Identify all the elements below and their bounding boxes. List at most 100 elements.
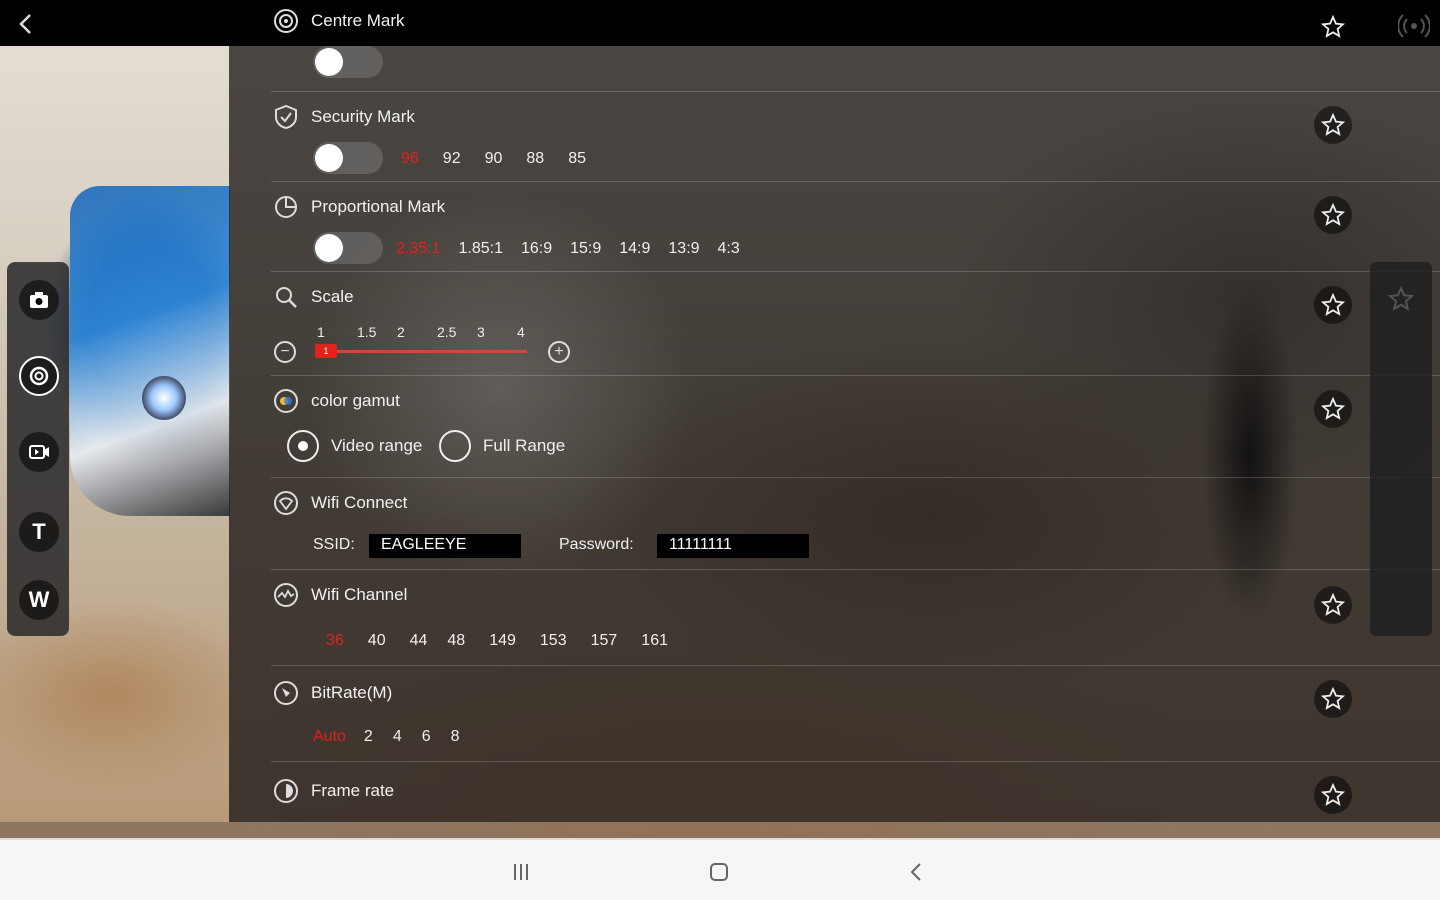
security-option-92[interactable]: 92 bbox=[443, 150, 461, 168]
color-gamut-favorite-button[interactable] bbox=[1314, 390, 1352, 428]
channel-option-40[interactable]: 40 bbox=[368, 632, 386, 650]
scale-tick-1-5: 1.5 bbox=[357, 324, 377, 340]
target-icon bbox=[271, 6, 301, 36]
star-icon bbox=[1321, 203, 1345, 226]
scale-tick-2-5: 2.5 bbox=[437, 324, 457, 340]
channel-option-149[interactable]: 149 bbox=[489, 632, 516, 650]
scale-slider-thumb[interactable]: 1 bbox=[315, 344, 337, 358]
wifi-channel-title: Wifi Channel bbox=[271, 580, 407, 610]
home-button[interactable] bbox=[705, 858, 733, 886]
row-centre-mark: Centre Mark bbox=[271, 0, 1440, 92]
system-back-button[interactable] bbox=[903, 858, 931, 886]
row-color-gamut: color gamut Video range Full Range bbox=[271, 376, 1440, 478]
scale-favorite-button[interactable] bbox=[1314, 286, 1352, 324]
scale-label: Scale bbox=[311, 287, 354, 306]
camera-button[interactable] bbox=[19, 280, 59, 320]
scale-tick-1: 1 bbox=[317, 324, 325, 340]
password-label: Password: bbox=[559, 536, 634, 553]
preview-headlight bbox=[142, 376, 186, 420]
channel-option-44[interactable]: 44 bbox=[410, 632, 428, 650]
centre-mark-toggle[interactable] bbox=[313, 46, 383, 78]
bitrate-option-auto[interactable]: Auto bbox=[313, 728, 346, 746]
wifi-channel-options: 36 40 44 48 149 153 157 161 bbox=[326, 632, 692, 650]
scale-slider-track[interactable] bbox=[317, 350, 527, 353]
scale-increase-button[interactable]: + bbox=[548, 341, 570, 363]
home-icon bbox=[710, 863, 728, 881]
channel-option-36[interactable]: 36 bbox=[326, 632, 344, 650]
wifi-connect-title: Wifi Connect bbox=[271, 488, 407, 518]
ratio-option-4-3[interactable]: 4:3 bbox=[718, 240, 740, 258]
channel-option-157[interactable]: 157 bbox=[591, 632, 618, 650]
security-mark-toggle[interactable] bbox=[313, 142, 383, 174]
recent-apps-button[interactable] bbox=[507, 858, 535, 886]
security-mark-favorite-button[interactable] bbox=[1314, 106, 1352, 144]
scale-tick-3: 3 bbox=[477, 324, 485, 340]
star-icon[interactable] bbox=[1387, 285, 1415, 312]
scale-tick-2: 2 bbox=[397, 324, 405, 340]
channel-option-153[interactable]: 153 bbox=[540, 632, 567, 650]
color-gamut-video-range[interactable]: Video range bbox=[287, 430, 422, 462]
security-option-88[interactable]: 88 bbox=[526, 150, 544, 168]
zoom-wide-button[interactable]: W bbox=[19, 580, 59, 620]
proportional-mark-favorite-button[interactable] bbox=[1314, 196, 1352, 234]
proportional-mark-options: 2.35:1 1.85:1 16:9 15:9 14:9 13:9 4:3 bbox=[396, 240, 740, 258]
star-icon bbox=[1321, 397, 1345, 420]
frame-rate-favorite-button[interactable] bbox=[1314, 776, 1352, 814]
ratio-option-2-35[interactable]: 2.35:1 bbox=[396, 240, 440, 258]
right-rail bbox=[1370, 262, 1432, 636]
color-gamut-full-range[interactable]: Full Range bbox=[439, 430, 565, 462]
security-mark-label: Security Mark bbox=[311, 107, 415, 126]
security-option-90[interactable]: 90 bbox=[485, 150, 503, 168]
system-nav-bar bbox=[0, 838, 1440, 900]
wifi-channel-favorite-button[interactable] bbox=[1314, 586, 1352, 624]
ratio-option-16-9[interactable]: 16:9 bbox=[521, 240, 552, 258]
row-scale: Scale 1 1.5 2 2.5 3 4 − 1 + bbox=[271, 272, 1440, 376]
ratio-option-15-9[interactable]: 15:9 bbox=[570, 240, 601, 258]
chevron-left-icon bbox=[910, 863, 921, 881]
star-icon bbox=[1321, 293, 1345, 316]
security-mark-title: Security Mark bbox=[271, 102, 415, 132]
scale-decrease-button[interactable]: − bbox=[274, 341, 296, 363]
password-input[interactable]: 11111111 bbox=[657, 534, 809, 558]
security-option-85[interactable]: 85 bbox=[568, 150, 586, 168]
bitrate-favorite-button[interactable] bbox=[1314, 680, 1352, 718]
security-option-96[interactable]: 96 bbox=[401, 150, 419, 168]
ratio-option-13-9[interactable]: 13:9 bbox=[668, 240, 699, 258]
star-icon bbox=[1321, 15, 1345, 38]
row-wifi-connect: Wifi Connect SSID: EAGLEEYE Password: 11… bbox=[271, 478, 1440, 570]
centre-mark-label: Centre Mark bbox=[311, 11, 405, 30]
shield-icon bbox=[271, 102, 301, 132]
toggle-knob bbox=[315, 48, 343, 76]
bitrate-option-4[interactable]: 4 bbox=[393, 728, 402, 746]
frame-rate-title: Frame rate bbox=[271, 776, 394, 806]
color-gamut-icon bbox=[271, 386, 301, 416]
bitrate-label: BitRate(M) bbox=[311, 683, 393, 702]
zoom-tele-button[interactable]: T bbox=[19, 512, 59, 552]
ratio-option-1-85[interactable]: 1.85:1 bbox=[458, 240, 502, 258]
scale-tick-4: 4 bbox=[517, 324, 525, 340]
bitrate-option-2[interactable]: 2 bbox=[364, 728, 373, 746]
security-mark-options: 96 92 90 88 85 bbox=[401, 150, 610, 168]
preview-vehicle bbox=[70, 186, 230, 516]
recent-apps-icon bbox=[514, 864, 528, 880]
star-icon bbox=[1321, 687, 1345, 710]
radio-unselected-icon bbox=[439, 430, 471, 462]
bitrate-option-6[interactable]: 6 bbox=[422, 728, 431, 746]
settings-button[interactable] bbox=[19, 356, 59, 396]
wifi-icon bbox=[271, 488, 301, 518]
ratio-option-14-9[interactable]: 14:9 bbox=[619, 240, 650, 258]
proportional-mark-toggle[interactable] bbox=[313, 232, 383, 264]
row-security-mark: Security Mark 96 92 90 88 85 bbox=[271, 92, 1440, 182]
channel-option-161[interactable]: 161 bbox=[641, 632, 668, 650]
star-icon bbox=[1321, 593, 1345, 616]
ssid-input[interactable]: EAGLEEYE bbox=[369, 534, 521, 558]
centre-mark-favorite-button[interactable] bbox=[1314, 8, 1352, 46]
star-icon bbox=[1321, 113, 1345, 136]
channel-option-48[interactable]: 48 bbox=[447, 632, 465, 650]
back-button[interactable] bbox=[8, 8, 44, 40]
video-button[interactable] bbox=[19, 432, 59, 472]
row-bitrate: BitRate(M) Auto 2 4 6 8 bbox=[271, 666, 1440, 762]
settings-icon bbox=[29, 366, 49, 386]
bitrate-option-8[interactable]: 8 bbox=[451, 728, 460, 746]
bitrate-options: Auto 2 4 6 8 bbox=[313, 728, 484, 746]
